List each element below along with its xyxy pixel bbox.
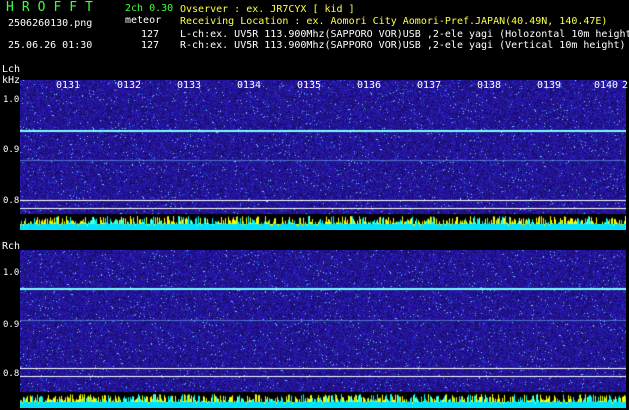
lch-info: L-ch:ex. UV5R 113.900Mhz(SAPPORO VOR)USB… <box>180 29 629 40</box>
filename-label: 2506260130.png <box>8 18 93 29</box>
lch-waterfall-canvas <box>20 80 626 230</box>
lch-tick-0-9: 0.9 <box>3 145 20 155</box>
lch-label: Lch <box>2 64 21 75</box>
observer-info: Ovserver : ex. JR7CYX [ kid ] <box>180 4 355 15</box>
app-title: HROFFT <box>6 0 101 15</box>
version-label: 2ch 0.30 <box>125 3 174 14</box>
time-tick: 0133 <box>177 80 202 91</box>
time-tick: 0132 <box>117 80 142 91</box>
time-tick: 0140 <box>594 80 619 91</box>
rch-tick-0-9: 0.9 <box>3 320 20 330</box>
time-tick: 0139 <box>537 80 562 91</box>
time-tick: 0138 <box>477 80 502 91</box>
time-tick: 0136 <box>357 80 382 91</box>
mode-label: meteor <box>125 15 162 26</box>
lch-tick-1-0: 1.0 <box>3 95 20 105</box>
time-tick: 0134 <box>237 80 262 91</box>
rch-waterfall <box>20 250 626 408</box>
datetime-label: 25.06.26 01:30 <box>8 40 93 51</box>
rch-info: R-ch:ex. UV5R 113.900Mhz(SAPPORO VOR)USB… <box>180 40 626 51</box>
lch-tick-0-8: 0.8 <box>3 196 20 206</box>
time-tick: 0135 <box>297 80 322 91</box>
count-left: 127 <box>141 29 160 40</box>
count-right: 127 <box>141 40 160 51</box>
location-info: Receiving Location : ex. Aomori City Aom… <box>180 16 608 27</box>
time-tick: 0137 <box>417 80 442 91</box>
time-tick: 2 <box>622 80 629 91</box>
time-tick: 0131 <box>56 80 81 91</box>
rch-waterfall-canvas <box>20 250 626 408</box>
lch-unit-label: kHz <box>2 75 21 86</box>
rch-tick-0-8: 0.8 <box>3 369 20 379</box>
rch-label: Rch <box>2 241 21 252</box>
lch-waterfall <box>20 80 626 230</box>
rch-tick-1-0: 1.0 <box>3 268 20 278</box>
